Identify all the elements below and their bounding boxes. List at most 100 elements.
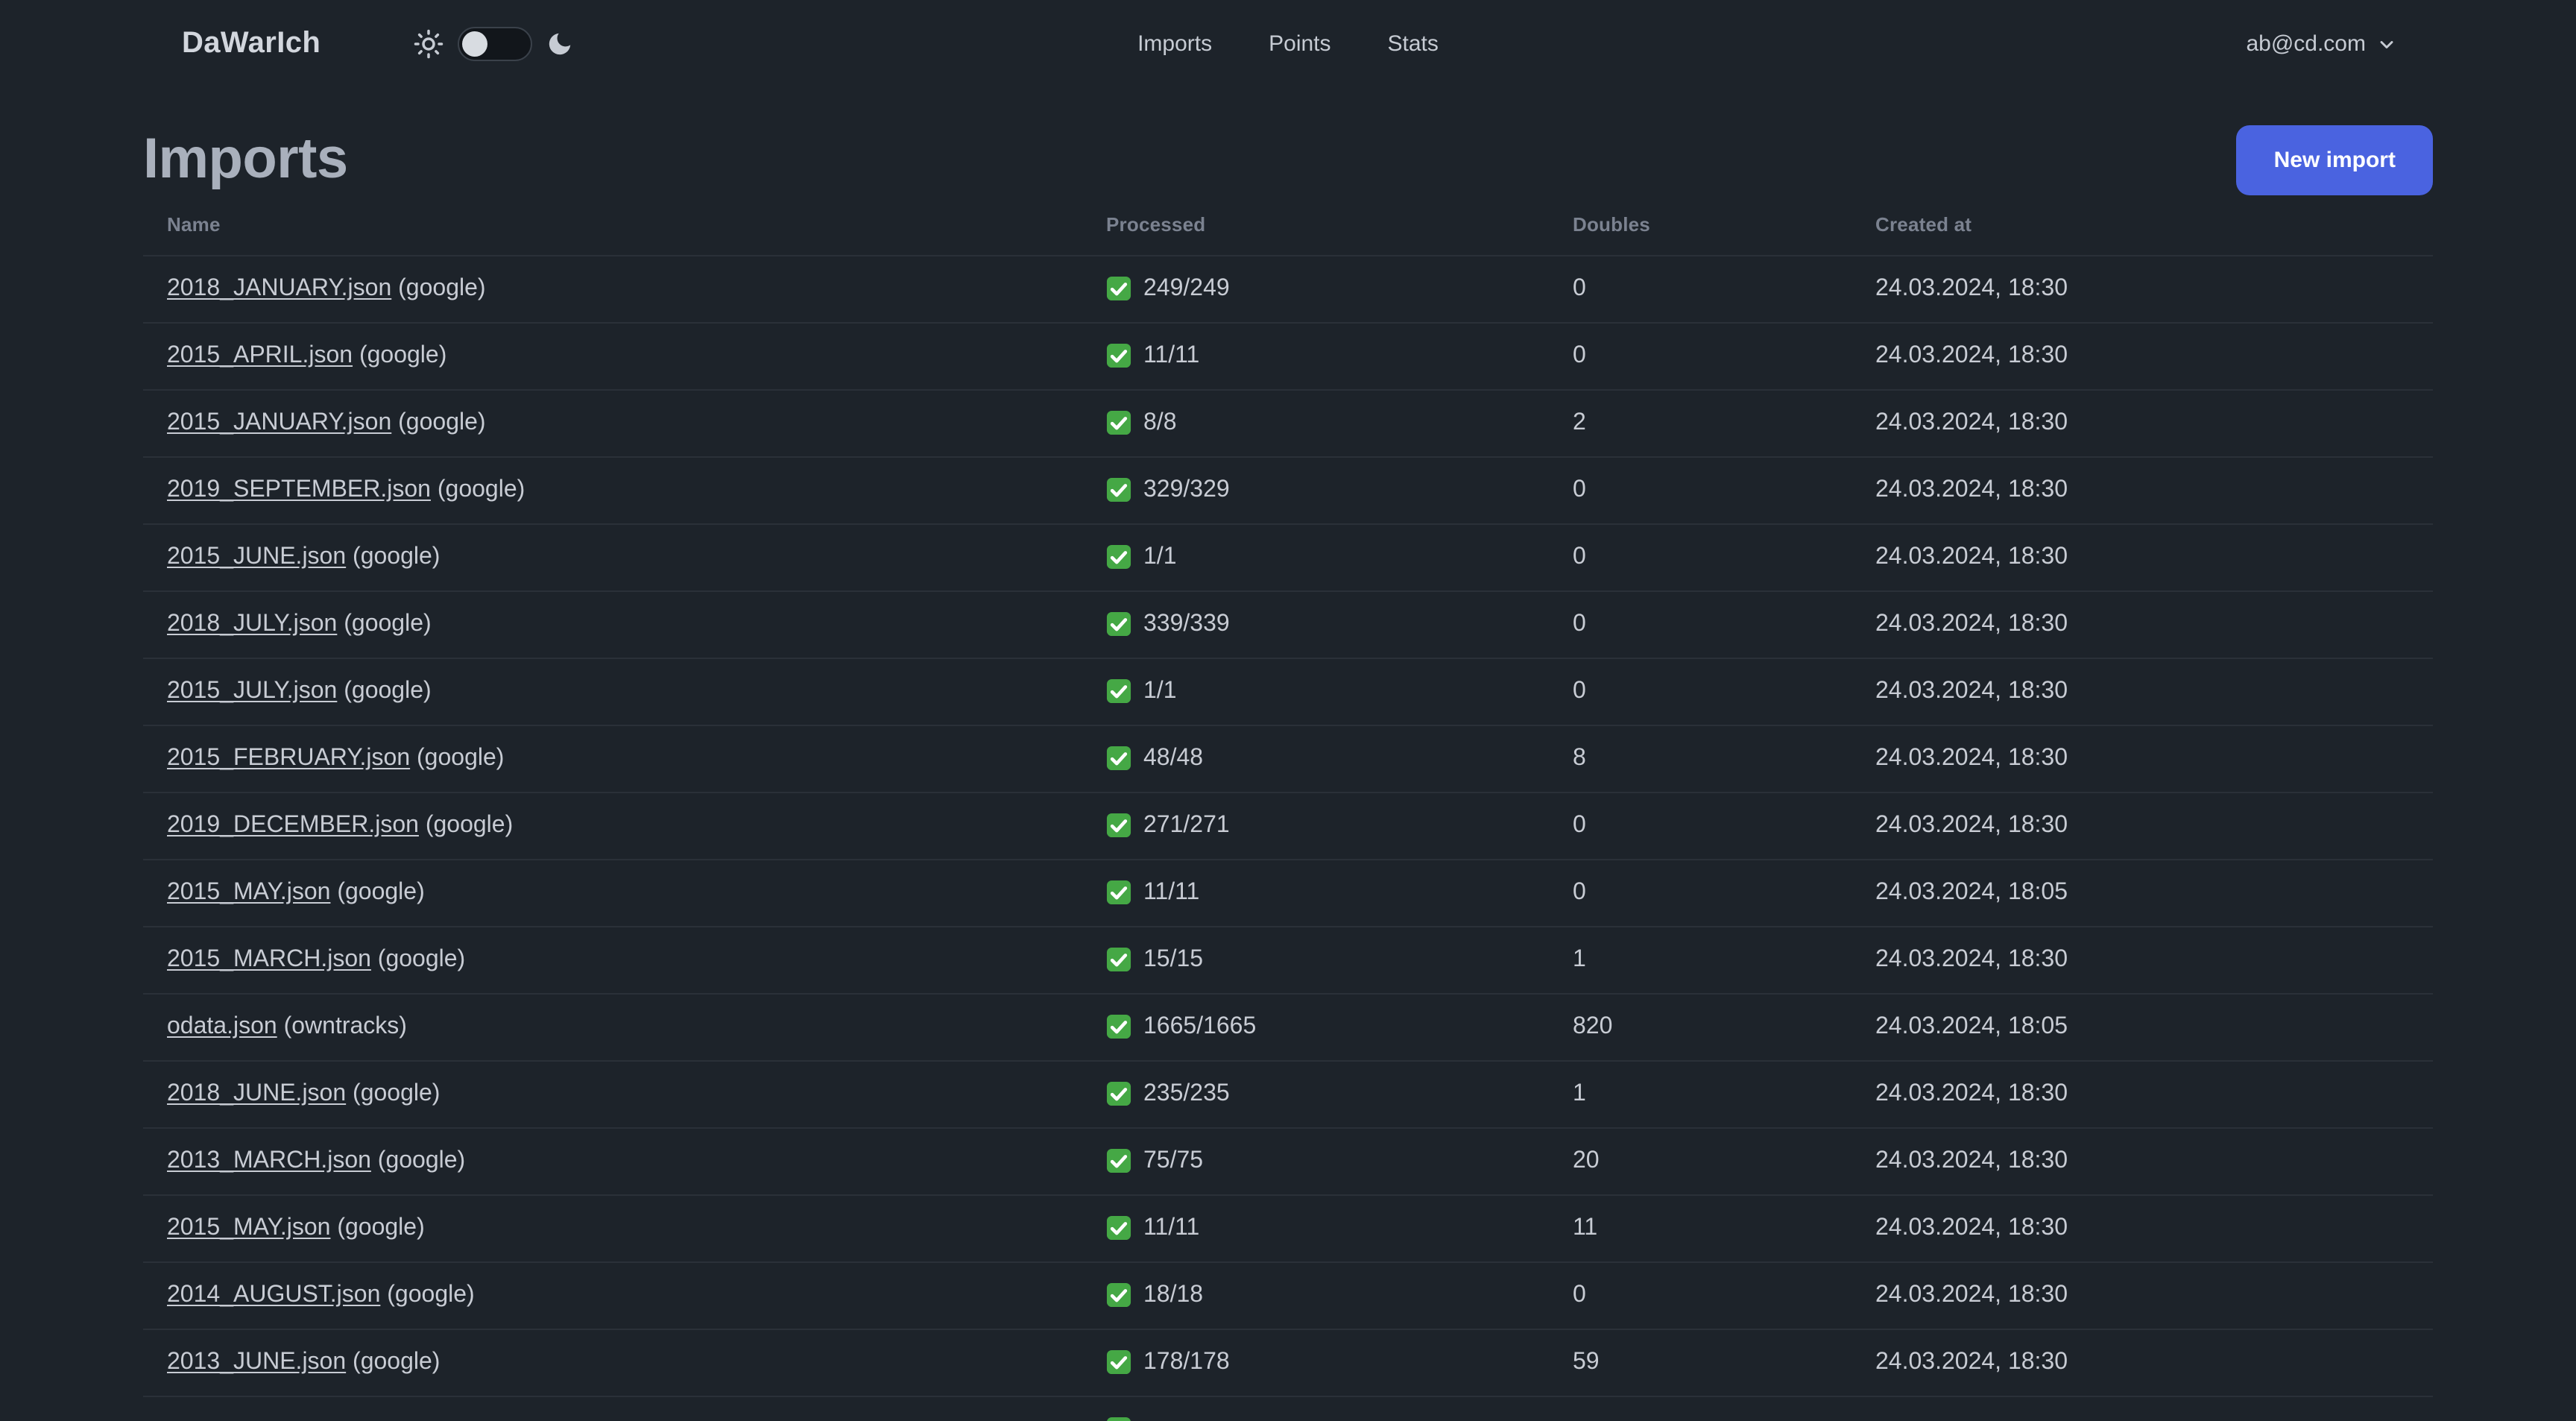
- account-menu[interactable]: ab@cd.com: [2246, 31, 2397, 57]
- column-header-name: Name: [167, 213, 221, 236]
- created-at-cell: 24.03.2024, 18:30: [1852, 1261, 2433, 1329]
- import-file-link[interactable]: 2018_JANUARY.json: [167, 275, 391, 300]
- import-name-cell: 2018_JUNE.json (google): [143, 1059, 1082, 1127]
- import-name-cell: 2015_MARCH.json (google): [143, 925, 1082, 993]
- import-source: (google): [346, 1080, 441, 1106]
- processed-cell: 11/11: [1082, 321, 1549, 389]
- theme-toggle[interactable]: [458, 27, 533, 61]
- created-at-cell: 24.03.2024, 18:30: [1852, 724, 2433, 792]
- import-file-link[interactable]: 2015_FEBRUARY.json: [167, 745, 410, 770]
- processed-count: 8/8: [1143, 409, 1177, 435]
- import-file-link[interactable]: 2018_JULY.json: [167, 611, 337, 636]
- table-row: 2013_JUNE.json (google) 178/178 59 24.03.20…: [143, 1328, 2433, 1396]
- processed-cell: 235/235: [1082, 1059, 1549, 1127]
- import-file-link[interactable]: 2014_AUGUST.json: [167, 1282, 380, 1307]
- import-source: (google): [346, 1349, 441, 1374]
- import-source: (google): [346, 543, 441, 569]
- processed-cell: 48/48: [1082, 724, 1549, 792]
- doubles-cell: 0: [1549, 657, 1852, 725]
- created-at-cell: 24.03.2024, 18:30: [1852, 1328, 2433, 1396]
- created-at-cell: 24.03.2024, 18:30: [1852, 456, 2433, 523]
- processed-count: 11/11: [1143, 879, 1200, 904]
- created-at-cell: [1852, 1395, 2433, 1421]
- created-at-cell: 24.03.2024, 18:30: [1852, 523, 2433, 590]
- success-check-icon: [1106, 813, 1131, 838]
- success-check-icon: [1106, 1148, 1131, 1173]
- table-row: [143, 1395, 2433, 1421]
- processed-count: 18/18: [1143, 1282, 1204, 1307]
- doubles-cell: 0: [1549, 791, 1852, 859]
- import-name-cell: 2013_MARCH.json (google): [143, 1127, 1082, 1194]
- nav-item-imports[interactable]: Imports: [1137, 31, 1212, 57]
- created-at-cell: 24.03.2024, 18:05: [1852, 992, 2433, 1060]
- processed-count: 1665/1665: [1143, 1013, 1257, 1039]
- new-import-button[interactable]: New import: [2236, 125, 2433, 195]
- success-check-icon: [1106, 276, 1131, 301]
- doubles-cell: 11: [1549, 1194, 1852, 1261]
- doubles-cell: 0: [1549, 858, 1852, 926]
- doubles-cell: 59: [1549, 1328, 1852, 1396]
- import-source: (google): [391, 409, 486, 435]
- page-title: Imports: [143, 128, 348, 191]
- import-file-link[interactable]: 2015_JULY.json: [167, 678, 337, 703]
- import-source: (google): [410, 745, 505, 770]
- import-file-link[interactable]: 2018_JUNE.json: [167, 1080, 346, 1106]
- nav-item-stats[interactable]: Stats: [1388, 31, 1439, 57]
- processed-count: 1/1: [1143, 678, 1177, 703]
- import-file-link[interactable]: 2015_MAY.json: [167, 879, 330, 904]
- created-at-cell: 24.03.2024, 18:30: [1852, 1194, 2433, 1261]
- import-file-link[interactable]: 2015_APRIL.json: [167, 342, 353, 368]
- app-logo[interactable]: DaWarIch: [182, 27, 321, 61]
- imports-page: Imports New import Name Processed Double…: [143, 125, 2433, 1421]
- doubles-cell: 0: [1549, 321, 1852, 389]
- success-check-icon: [1106, 1282, 1131, 1308]
- table-row: 2015_MAY.json (google) 11/11 0 24.03.2024, …: [143, 858, 2433, 926]
- import-name-cell: 2015_APRIL.json (google): [143, 321, 1082, 389]
- created-at-cell: 24.03.2024, 18:30: [1852, 1127, 2433, 1194]
- import-name-cell: 2015_JULY.json (google): [143, 657, 1082, 725]
- main-nav: Imports Points Stats: [1137, 0, 1439, 88]
- doubles-cell: 0: [1549, 523, 1852, 590]
- import-name-cell: 2015_JUNE.json (google): [143, 523, 1082, 590]
- import-file-link[interactable]: 2013_JUNE.json: [167, 1349, 346, 1374]
- page-header: Imports New import: [143, 125, 2433, 195]
- created-at-cell: 24.03.2024, 18:30: [1852, 590, 2433, 658]
- doubles-cell: 820: [1549, 992, 1852, 1060]
- imports-table-body: 2018_JANUARY.json (google) 249/249 0 24.03.…: [143, 254, 2433, 1421]
- import-file-link[interactable]: 2019_DECEMBER.json: [167, 812, 419, 837]
- import-name-cell: 2015_MAY.json (google): [143, 858, 1082, 926]
- column-header-processed: Processed: [1106, 213, 1206, 236]
- import-file-link[interactable]: 2015_JANUARY.json: [167, 409, 391, 435]
- import-file-link[interactable]: 2015_MAY.json: [167, 1214, 330, 1240]
- processed-count: 249/249: [1143, 275, 1230, 300]
- import-name-cell: odata.json (owntracks): [143, 992, 1082, 1060]
- import-file-link[interactable]: 2019_SEPTEMBER.json: [167, 476, 431, 502]
- success-check-icon: [1106, 611, 1131, 637]
- processed-cell: 249/249: [1082, 254, 1549, 322]
- import-source: (google): [370, 1147, 466, 1173]
- success-check-icon: [1106, 477, 1131, 502]
- import-name-cell: 2019_DECEMBER.json (google): [143, 791, 1082, 859]
- import-source: (google): [353, 342, 447, 368]
- nav-item-points[interactable]: Points: [1269, 31, 1330, 57]
- processed-cell: [1082, 1395, 1549, 1421]
- processed-cell: 15/15: [1082, 925, 1549, 993]
- moon-icon: [546, 30, 574, 58]
- import-file-link[interactable]: 2015_MARCH.json: [167, 946, 371, 971]
- import-source: (google): [418, 812, 514, 837]
- import-file-link[interactable]: 2015_JUNE.json: [167, 543, 346, 569]
- import-file-link[interactable]: odata.json: [167, 1013, 277, 1039]
- sun-icon: [413, 28, 444, 60]
- doubles-cell: [1549, 1395, 1852, 1421]
- table-row: 2015_JANUARY.json (google) 8/8 2 24.03.2024…: [143, 388, 2433, 456]
- top-bar: DaWarIch Imports Points Stats ab@cd.com: [0, 0, 2576, 88]
- import-name-cell: 2014_AUGUST.json (google): [143, 1261, 1082, 1329]
- table-row: 2019_DECEMBER.json (google) 271/271 0 24.03…: [143, 791, 2433, 859]
- doubles-cell: 20: [1549, 1127, 1852, 1194]
- success-check-icon: [1106, 1417, 1131, 1421]
- success-check-icon: [1106, 1014, 1131, 1039]
- doubles-cell: 0: [1549, 254, 1852, 322]
- import-file-link[interactable]: 2013_MARCH.json: [167, 1147, 371, 1173]
- processed-count: 339/339: [1143, 611, 1230, 636]
- success-check-icon: [1106, 880, 1131, 905]
